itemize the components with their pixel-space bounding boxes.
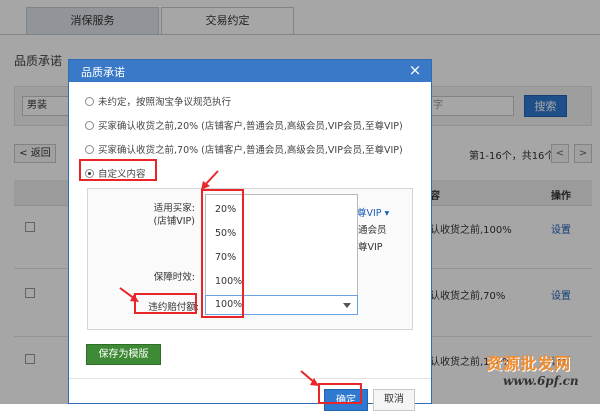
annotation-arrows <box>119 170 319 386</box>
arrow-icon <box>300 370 319 386</box>
arrow-icon <box>119 287 139 302</box>
watermark-url: www.6pf.cn <box>503 374 579 388</box>
watermark-title: 资源批发网 <box>486 354 572 373</box>
arrow-icon <box>201 170 219 190</box>
